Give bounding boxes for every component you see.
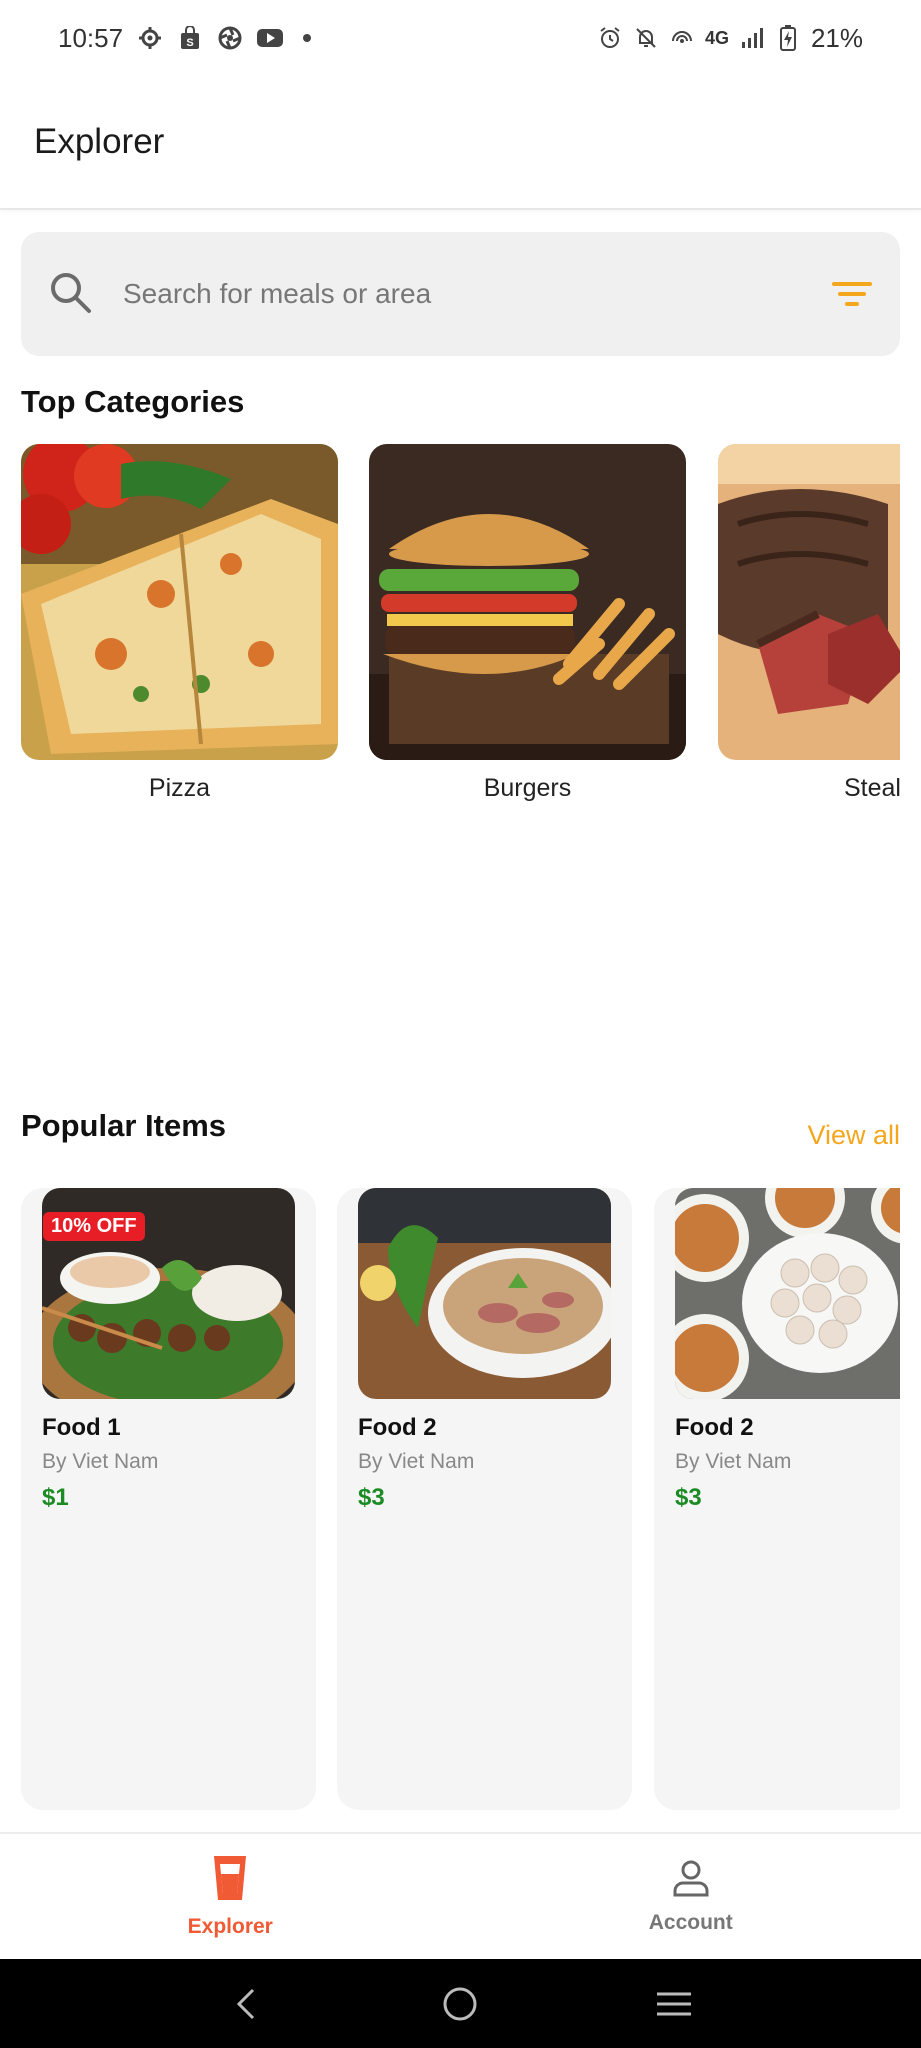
filter-icon[interactable]	[830, 272, 874, 316]
food-image	[675, 1188, 900, 1399]
svg-text:S: S	[186, 37, 193, 49]
food-image	[358, 1188, 611, 1399]
category-card-pizza[interactable]: Pizza	[21, 444, 338, 803]
popular-item-card[interactable]: Food 2 By Viet Nam $3	[654, 1188, 900, 1810]
view-all-link[interactable]: View all	[807, 1120, 900, 1151]
battery-icon	[775, 25, 801, 51]
pinwheel-icon	[217, 25, 243, 51]
nav-label-account: Account	[648, 1911, 733, 1934]
drink-cup-icon	[212, 1854, 248, 1907]
discount-badge: 10% OFF	[43, 1212, 145, 1241]
network-type: 4G	[704, 27, 729, 48]
shopping-bag-icon: S	[177, 25, 203, 51]
categories-title: Top Categories	[21, 384, 245, 419]
search-icon	[47, 269, 93, 320]
category-card-burgers[interactable]: Burgers	[369, 444, 686, 803]
food-price: $1	[42, 1484, 69, 1511]
status-time: 10:57	[58, 22, 124, 53]
nav-label-explorer: Explorer	[187, 1915, 273, 1938]
back-icon[interactable]	[227, 1984, 267, 2024]
status-right: 4G 21%	[597, 23, 863, 54]
page-title: Explorer	[34, 122, 165, 161]
food-name: Food 1	[42, 1414, 121, 1441]
food-origin: By Viet Nam	[675, 1450, 792, 1473]
category-card-steak[interactable]: Steal	[718, 444, 900, 803]
category-image-pizza	[21, 444, 338, 760]
recents-icon[interactable]	[654, 1984, 694, 2024]
alarm-icon	[597, 25, 623, 51]
mute-icon	[633, 25, 659, 51]
status-bar: 10:57 S 4G 21%	[0, 0, 921, 76]
signal-icon	[739, 25, 765, 51]
category-image-steak	[718, 444, 900, 760]
search-bar[interactable]	[21, 232, 900, 356]
popular-carousel[interactable]: 10% OFF Food 1 By Viet Nam $1 Food 2 By …	[21, 1188, 900, 1812]
status-left: 10:57 S	[58, 22, 312, 54]
food-origin: By Viet Nam	[42, 1450, 159, 1473]
popular-item-card[interactable]: Food 2 By Viet Nam $3	[337, 1188, 632, 1810]
categories-carousel[interactable]: Pizza Burgers Steal	[21, 444, 900, 814]
hotspot-icon	[669, 25, 695, 51]
bottom-nav: Explorer Account	[0, 1832, 921, 1959]
category-image-burgers	[369, 444, 686, 760]
app-bar: Explorer	[0, 76, 921, 210]
popular-item-card[interactable]: 10% OFF Food 1 By Viet Nam $1	[21, 1188, 316, 1810]
food-price: $3	[358, 1484, 385, 1511]
food-origin: By Viet Nam	[358, 1450, 475, 1473]
dot-icon	[303, 34, 312, 42]
settings-icon	[137, 25, 163, 51]
food-name: Food 2	[358, 1414, 437, 1441]
youtube-icon	[257, 25, 284, 51]
battery-level: 21%	[810, 22, 863, 53]
category-label: Burgers	[483, 774, 572, 802]
category-label: Pizza	[148, 774, 211, 802]
person-icon	[671, 1858, 711, 1903]
popular-title: Popular Items	[21, 1108, 226, 1143]
food-price: $3	[675, 1484, 702, 1511]
nav-item-account[interactable]: Account	[461, 1834, 921, 1959]
home-icon[interactable]	[440, 1984, 480, 2024]
search-input[interactable]	[123, 278, 830, 310]
system-nav-bar	[0, 1959, 921, 2048]
nav-item-explorer[interactable]: Explorer	[0, 1834, 461, 1959]
category-label: Steal	[844, 774, 900, 802]
food-name: Food 2	[675, 1414, 754, 1441]
